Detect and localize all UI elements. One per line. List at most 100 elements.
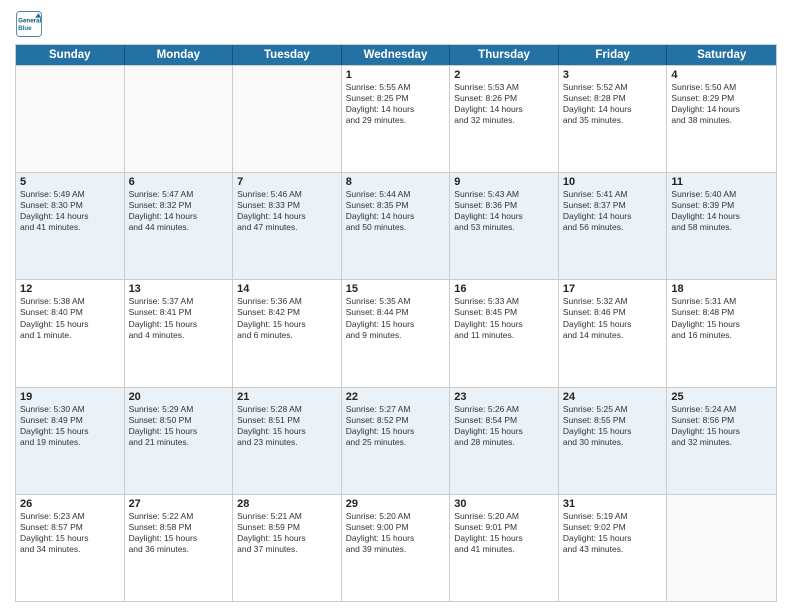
cal-cell-2: 2Sunrise: 5:53 AM Sunset: 8:26 PM Daylig… [450, 66, 559, 172]
day-number: 20 [129, 391, 229, 403]
day-info: Sunrise: 5:28 AM Sunset: 8:51 PM Dayligh… [237, 404, 337, 448]
calendar: SundayMondayTuesdayWednesdayThursdayFrid… [15, 44, 777, 602]
cal-cell-empty [667, 495, 776, 601]
day-number: 6 [129, 176, 229, 188]
day-info: Sunrise: 5:35 AM Sunset: 8:44 PM Dayligh… [346, 296, 446, 340]
cal-header-cell-thursday: Thursday [450, 45, 559, 65]
cal-header-cell-tuesday: Tuesday [233, 45, 342, 65]
day-number: 8 [346, 176, 446, 188]
header: General Blue [15, 10, 777, 38]
cal-cell-30: 30Sunrise: 5:20 AM Sunset: 9:01 PM Dayli… [450, 495, 559, 601]
cal-cell-9: 9Sunrise: 5:43 AM Sunset: 8:36 PM Daylig… [450, 173, 559, 279]
cal-cell-17: 17Sunrise: 5:32 AM Sunset: 8:46 PM Dayli… [559, 280, 668, 386]
day-number: 31 [563, 498, 663, 510]
day-info: Sunrise: 5:53 AM Sunset: 8:26 PM Dayligh… [454, 82, 554, 126]
cal-cell-empty [233, 66, 342, 172]
day-number: 21 [237, 391, 337, 403]
day-info: Sunrise: 5:31 AM Sunset: 8:48 PM Dayligh… [671, 296, 772, 340]
day-number: 18 [671, 283, 772, 295]
day-info: Sunrise: 5:22 AM Sunset: 8:58 PM Dayligh… [129, 511, 229, 555]
day-number: 24 [563, 391, 663, 403]
svg-text:General: General [18, 17, 41, 24]
day-info: Sunrise: 5:36 AM Sunset: 8:42 PM Dayligh… [237, 296, 337, 340]
cal-header-cell-friday: Friday [559, 45, 668, 65]
cal-cell-6: 6Sunrise: 5:47 AM Sunset: 8:32 PM Daylig… [125, 173, 234, 279]
day-number: 1 [346, 69, 446, 81]
day-info: Sunrise: 5:38 AM Sunset: 8:40 PM Dayligh… [20, 296, 120, 340]
day-number: 11 [671, 176, 772, 188]
day-info: Sunrise: 5:47 AM Sunset: 8:32 PM Dayligh… [129, 189, 229, 233]
cal-cell-1: 1Sunrise: 5:55 AM Sunset: 8:25 PM Daylig… [342, 66, 451, 172]
day-info: Sunrise: 5:50 AM Sunset: 8:29 PM Dayligh… [671, 82, 772, 126]
day-info: Sunrise: 5:40 AM Sunset: 8:39 PM Dayligh… [671, 189, 772, 233]
cal-cell-21: 21Sunrise: 5:28 AM Sunset: 8:51 PM Dayli… [233, 388, 342, 494]
day-number: 14 [237, 283, 337, 295]
day-info: Sunrise: 5:27 AM Sunset: 8:52 PM Dayligh… [346, 404, 446, 448]
day-number: 17 [563, 283, 663, 295]
day-info: Sunrise: 5:29 AM Sunset: 8:50 PM Dayligh… [129, 404, 229, 448]
day-number: 10 [563, 176, 663, 188]
day-info: Sunrise: 5:21 AM Sunset: 8:59 PM Dayligh… [237, 511, 337, 555]
cal-week-4: 26Sunrise: 5:23 AM Sunset: 8:57 PM Dayli… [16, 494, 776, 601]
day-number: 2 [454, 69, 554, 81]
cal-cell-11: 11Sunrise: 5:40 AM Sunset: 8:39 PM Dayli… [667, 173, 776, 279]
cal-cell-14: 14Sunrise: 5:36 AM Sunset: 8:42 PM Dayli… [233, 280, 342, 386]
day-number: 30 [454, 498, 554, 510]
cal-cell-3: 3Sunrise: 5:52 AM Sunset: 8:28 PM Daylig… [559, 66, 668, 172]
day-number: 26 [20, 498, 120, 510]
cal-header-cell-saturday: Saturday [667, 45, 776, 65]
day-info: Sunrise: 5:19 AM Sunset: 9:02 PM Dayligh… [563, 511, 663, 555]
day-info: Sunrise: 5:37 AM Sunset: 8:41 PM Dayligh… [129, 296, 229, 340]
cal-cell-empty [125, 66, 234, 172]
cal-week-2: 12Sunrise: 5:38 AM Sunset: 8:40 PM Dayli… [16, 279, 776, 386]
day-info: Sunrise: 5:30 AM Sunset: 8:49 PM Dayligh… [20, 404, 120, 448]
cal-week-3: 19Sunrise: 5:30 AM Sunset: 8:49 PM Dayli… [16, 387, 776, 494]
day-number: 28 [237, 498, 337, 510]
cal-cell-26: 26Sunrise: 5:23 AM Sunset: 8:57 PM Dayli… [16, 495, 125, 601]
cal-cell-24: 24Sunrise: 5:25 AM Sunset: 8:55 PM Dayli… [559, 388, 668, 494]
day-number: 23 [454, 391, 554, 403]
cal-cell-20: 20Sunrise: 5:29 AM Sunset: 8:50 PM Dayli… [125, 388, 234, 494]
svg-text:Blue: Blue [18, 25, 32, 32]
day-info: Sunrise: 5:46 AM Sunset: 8:33 PM Dayligh… [237, 189, 337, 233]
day-number: 25 [671, 391, 772, 403]
cal-header-cell-monday: Monday [125, 45, 234, 65]
logo-icon: General Blue [15, 10, 43, 38]
day-number: 4 [671, 69, 772, 81]
day-info: Sunrise: 5:24 AM Sunset: 8:56 PM Dayligh… [671, 404, 772, 448]
day-number: 29 [346, 498, 446, 510]
day-info: Sunrise: 5:55 AM Sunset: 8:25 PM Dayligh… [346, 82, 446, 126]
cal-cell-8: 8Sunrise: 5:44 AM Sunset: 8:35 PM Daylig… [342, 173, 451, 279]
day-info: Sunrise: 5:52 AM Sunset: 8:28 PM Dayligh… [563, 82, 663, 126]
logo: General Blue [15, 10, 47, 38]
day-number: 3 [563, 69, 663, 81]
day-info: Sunrise: 5:41 AM Sunset: 8:37 PM Dayligh… [563, 189, 663, 233]
day-info: Sunrise: 5:26 AM Sunset: 8:54 PM Dayligh… [454, 404, 554, 448]
cal-cell-29: 29Sunrise: 5:20 AM Sunset: 9:00 PM Dayli… [342, 495, 451, 601]
cal-cell-12: 12Sunrise: 5:38 AM Sunset: 8:40 PM Dayli… [16, 280, 125, 386]
day-number: 13 [129, 283, 229, 295]
cal-cell-5: 5Sunrise: 5:49 AM Sunset: 8:30 PM Daylig… [16, 173, 125, 279]
day-info: Sunrise: 5:33 AM Sunset: 8:45 PM Dayligh… [454, 296, 554, 340]
cal-cell-10: 10Sunrise: 5:41 AM Sunset: 8:37 PM Dayli… [559, 173, 668, 279]
cal-cell-18: 18Sunrise: 5:31 AM Sunset: 8:48 PM Dayli… [667, 280, 776, 386]
day-number: 16 [454, 283, 554, 295]
day-number: 19 [20, 391, 120, 403]
day-info: Sunrise: 5:32 AM Sunset: 8:46 PM Dayligh… [563, 296, 663, 340]
day-number: 22 [346, 391, 446, 403]
cal-week-1: 5Sunrise: 5:49 AM Sunset: 8:30 PM Daylig… [16, 172, 776, 279]
cal-cell-19: 19Sunrise: 5:30 AM Sunset: 8:49 PM Dayli… [16, 388, 125, 494]
calendar-header-row: SundayMondayTuesdayWednesdayThursdayFrid… [16, 45, 776, 65]
day-number: 12 [20, 283, 120, 295]
cal-week-0: 1Sunrise: 5:55 AM Sunset: 8:25 PM Daylig… [16, 65, 776, 172]
cal-cell-16: 16Sunrise: 5:33 AM Sunset: 8:45 PM Dayli… [450, 280, 559, 386]
cal-cell-empty [16, 66, 125, 172]
cal-cell-4: 4Sunrise: 5:50 AM Sunset: 8:29 PM Daylig… [667, 66, 776, 172]
day-info: Sunrise: 5:44 AM Sunset: 8:35 PM Dayligh… [346, 189, 446, 233]
cal-header-cell-sunday: Sunday [16, 45, 125, 65]
day-info: Sunrise: 5:25 AM Sunset: 8:55 PM Dayligh… [563, 404, 663, 448]
day-number: 7 [237, 176, 337, 188]
day-number: 5 [20, 176, 120, 188]
cal-cell-15: 15Sunrise: 5:35 AM Sunset: 8:44 PM Dayli… [342, 280, 451, 386]
cal-cell-22: 22Sunrise: 5:27 AM Sunset: 8:52 PM Dayli… [342, 388, 451, 494]
